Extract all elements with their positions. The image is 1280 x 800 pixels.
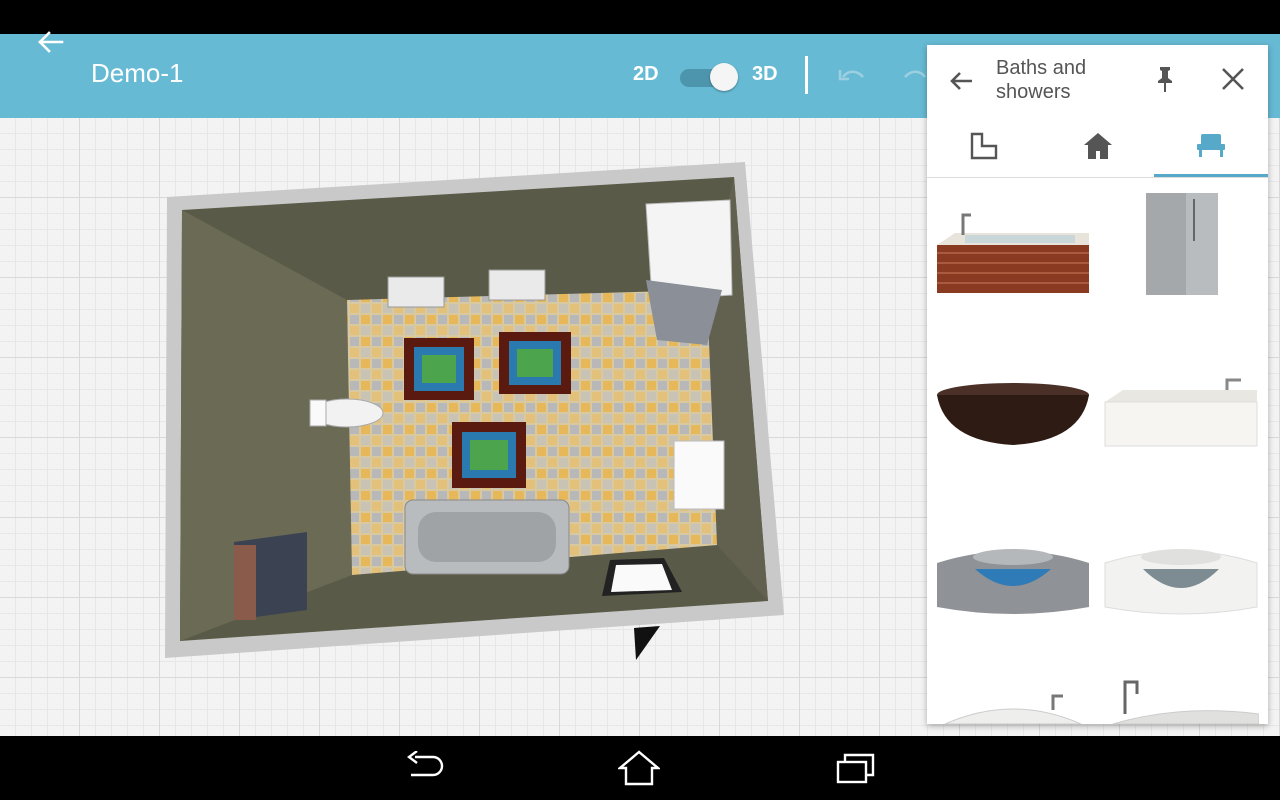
catalog-item-white-bathtub[interactable] <box>1101 346 1261 486</box>
catalog-item-corner-jacuzzi-white[interactable] <box>1101 513 1261 653</box>
tiled-bathtub-icon <box>937 213 1089 293</box>
panel-title: Baths and showers <box>996 57 1087 103</box>
round-bathtub-faucet-icon <box>1112 680 1259 724</box>
white-bathtub-icon <box>1104 378 1258 447</box>
catalog-item-corner-jacuzzi-grey[interactable] <box>933 513 1093 653</box>
close-icon <box>1222 68 1244 90</box>
rug-icon <box>404 338 474 400</box>
sink-icon <box>488 269 546 301</box>
back-button[interactable] <box>30 18 70 66</box>
rug-icon <box>452 422 526 488</box>
washer-icon <box>673 440 725 510</box>
close-button[interactable] <box>1217 63 1249 95</box>
arrow-back-icon <box>950 72 972 90</box>
nav-home-icon <box>618 750 660 786</box>
status-bar <box>0 0 1280 34</box>
project-title: Demo-1 <box>91 58 184 88</box>
toolbar-divider <box>805 56 808 94</box>
undo-button[interactable] <box>834 60 870 92</box>
panel-back-button[interactable] <box>941 63 981 99</box>
undo-icon <box>838 70 864 81</box>
system-nav-bar <box>0 736 1280 800</box>
freestanding-dark-bathtub-icon <box>937 383 1089 445</box>
tab-furniture[interactable] <box>1154 115 1268 177</box>
nav-recents-button[interactable] <box>826 746 886 790</box>
mode-2d-label[interactable]: 2D <box>633 63 659 86</box>
catalog-item-round-bathtub-faucet[interactable] <box>1101 668 1261 724</box>
view-mode-toggle[interactable] <box>680 63 738 91</box>
arrow-back-icon <box>38 31 64 53</box>
nav-home-button[interactable] <box>609 746 669 790</box>
floorplan-icon <box>970 132 997 160</box>
catalog-grid <box>927 178 1268 724</box>
panel-header: Baths and showers <box>927 45 1268 115</box>
nav-back-button[interactable] <box>394 746 454 790</box>
shower-cabin-icon <box>1146 193 1218 295</box>
catalog-item-tiled-bathtub[interactable] <box>933 178 1093 318</box>
sink-icon <box>387 276 445 308</box>
toggle-knob <box>710 63 738 91</box>
whirlpool-bathtub-icon <box>944 694 1082 724</box>
corner-jacuzzi-grey-icon <box>937 549 1089 614</box>
rug-icon <box>499 332 571 394</box>
tab-floorplan[interactable] <box>927 115 1040 177</box>
corner-jacuzzi-white-icon <box>1104 549 1258 615</box>
furniture-icon <box>1197 133 1225 157</box>
catalog-panel: Baths and showers <box>927 45 1268 724</box>
pin-button[interactable] <box>1149 63 1181 95</box>
room-3d-view[interactable] <box>162 160 787 670</box>
tab-home[interactable] <box>1041 115 1154 177</box>
nav-recents-icon <box>836 753 875 784</box>
category-tabs <box>927 115 1268 178</box>
nav-back-icon <box>407 751 444 777</box>
pin-icon <box>1158 67 1172 92</box>
catalog-item-shower-cabin[interactable] <box>1101 178 1261 318</box>
mode-3d-label[interactable]: 3D <box>752 63 778 86</box>
home-icon <box>1083 133 1112 159</box>
catalog-item-dark-bathtub[interactable] <box>933 346 1093 486</box>
catalog-item-whirlpool-bathtub[interactable] <box>933 678 1093 724</box>
